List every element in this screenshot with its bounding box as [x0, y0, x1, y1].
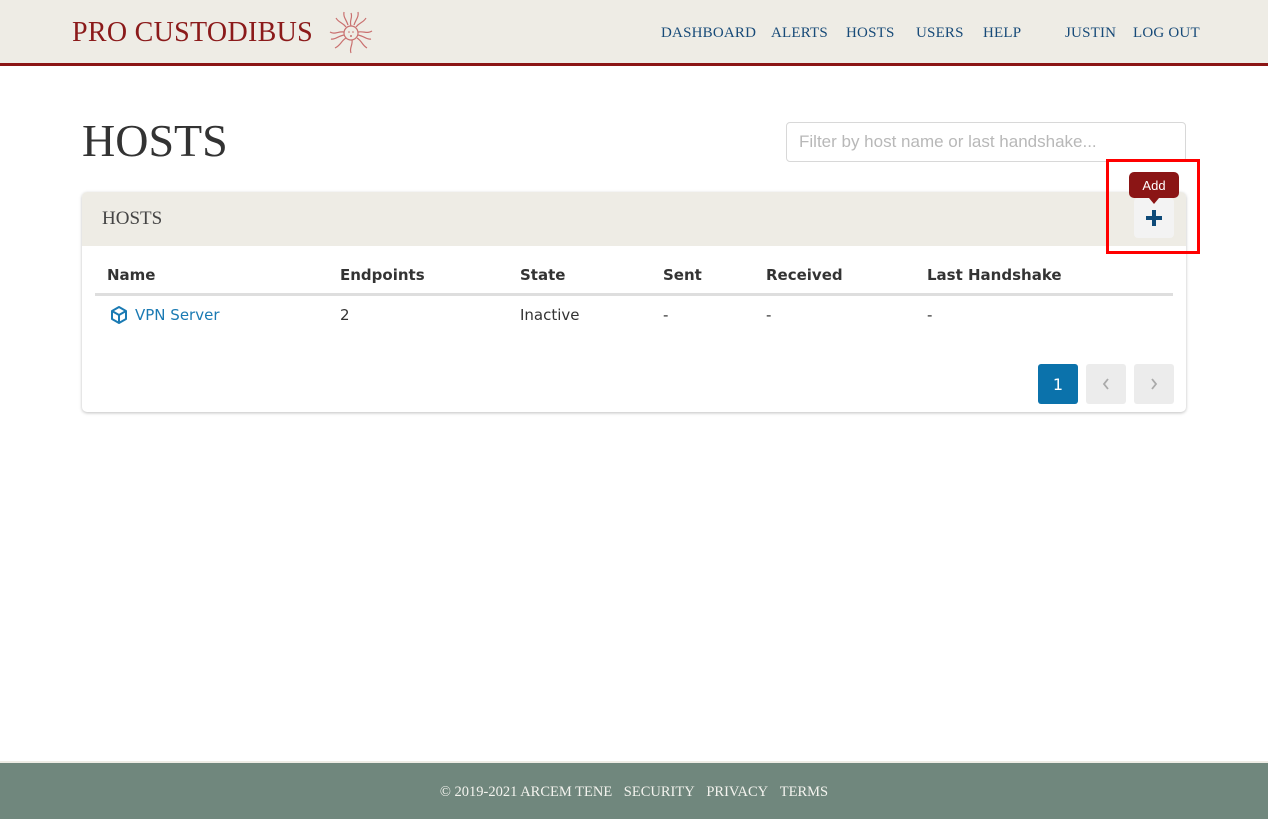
filter-input[interactable] [786, 122, 1186, 162]
table-header: Name Endpoints State Sent Received Last … [95, 258, 1173, 296]
card-title: HOSTS [102, 208, 163, 229]
add-host-button[interactable] [1134, 198, 1174, 238]
endpoints-cell: 2 [340, 306, 350, 324]
nav-users[interactable]: USERS [916, 22, 964, 44]
column-header-state[interactable]: State [520, 264, 565, 286]
page-1-button[interactable]: 1 [1038, 364, 1078, 404]
main-nav: DASHBOARD ALERTS HOSTS USERS HELP JUSTIN… [0, 22, 1268, 44]
column-header-last-handshake[interactable]: Last Handshake [927, 264, 1062, 286]
hosts-card: HOSTS Add Name Endpoints State Sent Rece… [82, 172, 1186, 412]
sent-cell: - [663, 306, 669, 324]
footer-links: © 2019-2021 ARCEM TENE SECURITY PRIVACY … [0, 782, 1268, 802]
received-cell: - [766, 306, 772, 324]
hosts-table: Name Endpoints State Sent Received Last … [95, 258, 1173, 336]
host-name: VPN Server [135, 306, 220, 324]
column-header-sent[interactable]: Sent [663, 264, 702, 286]
footer: © 2019-2021 ARCEM TENE SECURITY PRIVACY … [0, 761, 1268, 819]
nav-alerts[interactable]: ALERTS [771, 22, 828, 44]
previous-page-button[interactable] [1086, 364, 1126, 404]
table-row: VPN Server 2 Inactive - - - [95, 296, 1173, 336]
nav-user-account[interactable]: JUSTIN [1065, 22, 1116, 44]
footer-link-terms[interactable]: TERMS [780, 784, 828, 800]
column-header-endpoints[interactable]: Endpoints [340, 264, 425, 286]
nav-logout[interactable]: LOG OUT [1133, 22, 1200, 44]
card-header: HOSTS Add [82, 172, 1186, 246]
column-header-name[interactable]: Name [107, 264, 155, 286]
footer-link-privacy[interactable]: PRIVACY [706, 784, 768, 800]
footer-link-security[interactable]: SECURITY [624, 784, 695, 800]
column-header-received[interactable]: Received [766, 264, 843, 286]
nav-help[interactable]: HELP [983, 22, 1021, 44]
plus-icon [1146, 210, 1162, 226]
chevron-left-icon [1102, 378, 1109, 390]
next-page-button[interactable] [1134, 364, 1174, 404]
host-link[interactable]: VPN Server [109, 304, 220, 326]
chevron-right-icon [1151, 378, 1158, 390]
page-title: HOSTS [82, 115, 228, 166]
copyright: © 2019-2021 ARCEM TENE [439, 784, 613, 800]
nav-hosts[interactable]: HOSTS [846, 22, 895, 44]
cube-icon [111, 306, 127, 324]
top-navbar: PRO CUSTODIBUS DASHBOARD ALERTS HOSTS US… [0, 0, 1268, 66]
host-name-cell: VPN Server [109, 304, 220, 326]
nav-dashboard[interactable]: DASHBOARD [661, 22, 756, 44]
add-tooltip: Add [1129, 172, 1179, 204]
last-handshake-cell: - [927, 306, 933, 324]
state-cell: Inactive [520, 306, 580, 324]
